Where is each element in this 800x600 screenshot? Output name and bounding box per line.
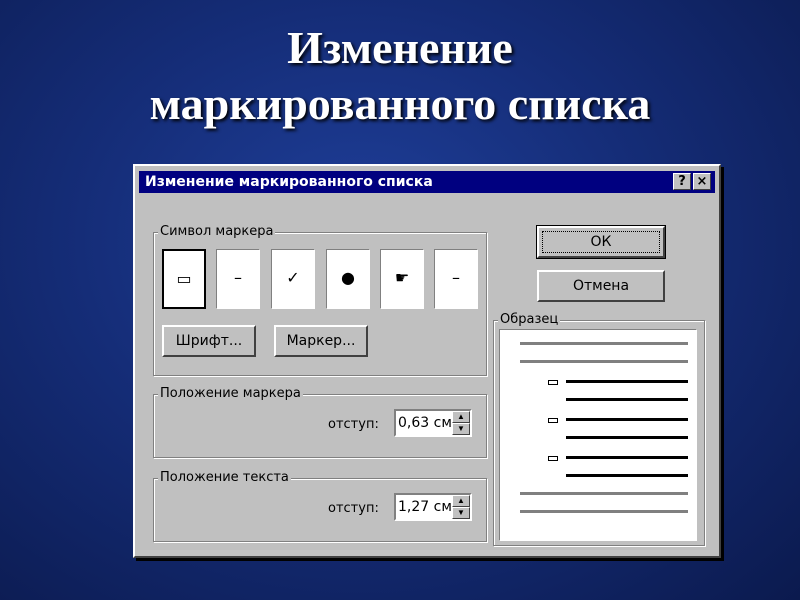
text-indent-label: отступ: xyxy=(328,501,379,516)
close-button[interactable]: × xyxy=(693,173,711,190)
ok-focus-ring xyxy=(542,231,660,253)
bullet-symbol-group-label: Символ маркера xyxy=(158,224,276,240)
bullet-option-4[interactable]: ● xyxy=(326,249,370,309)
marker-indent-down-button[interactable]: ▼ xyxy=(452,423,470,435)
preview-bullet-icon xyxy=(548,456,558,461)
dialog-title: Изменение маркированного списка xyxy=(145,174,433,190)
slide-title: Изменение маркированного списка xyxy=(0,20,800,132)
bullet-option-6[interactable]: – xyxy=(434,249,478,309)
font-button[interactable]: Шрифт... xyxy=(162,325,256,357)
bullet-option-3[interactable]: ✓ xyxy=(271,249,315,309)
marker-indent-spinner[interactable]: 0,63 см ▲ ▼ xyxy=(394,409,472,437)
marker-button[interactable]: Маркер... xyxy=(274,325,368,357)
bullet-option-5-glyph: ☛ xyxy=(394,268,410,287)
preview-bullet-icon xyxy=(548,418,558,423)
help-button[interactable]: ? xyxy=(673,173,691,190)
cancel-button[interactable]: Отмена xyxy=(537,270,665,302)
bullet-option-2-glyph: – xyxy=(234,268,242,287)
bullet-option-1-glyph: ▭ xyxy=(176,269,192,288)
marker-indent-up-button[interactable]: ▲ xyxy=(452,411,470,423)
bullet-symbol-group: Символ маркера ▭ – ✓ ● ☛ – Шрифт... Марк… xyxy=(153,224,487,376)
preview-line xyxy=(520,360,688,363)
marker-position-group: Положение маркера отступ: 0,63 см ▲ ▼ xyxy=(153,386,487,458)
preview-line xyxy=(566,418,688,421)
dialog-titlebar: Изменение маркированного списка ? × xyxy=(139,171,715,193)
preview-line xyxy=(566,436,688,439)
preview-label: Образец xyxy=(498,312,561,328)
bullet-option-2[interactable]: – xyxy=(216,249,260,309)
text-position-group: Положение текста отступ: 1,27 см ▲ ▼ xyxy=(153,470,487,542)
bullet-option-1[interactable]: ▭ xyxy=(162,249,206,309)
preview-line xyxy=(566,456,688,459)
text-position-label: Положение текста xyxy=(158,470,291,486)
bullet-option-6-glyph: – xyxy=(452,268,460,287)
preview-line xyxy=(520,492,688,495)
marker-indent-label: отступ: xyxy=(328,417,379,432)
bullet-option-5[interactable]: ☛ xyxy=(380,249,424,309)
preview-line xyxy=(566,380,688,383)
text-indent-value[interactable]: 1,27 см xyxy=(398,499,452,515)
preview-line xyxy=(520,510,688,513)
bullet-dialog: Изменение маркированного списка ? × Симв… xyxy=(133,164,721,558)
text-indent-spinner[interactable]: 1,27 см ▲ ▼ xyxy=(394,493,472,521)
marker-position-label: Положение маркера xyxy=(158,386,303,402)
preview-bullet-icon xyxy=(548,380,558,385)
preview-line xyxy=(566,474,688,477)
slide-title-line1: Изменение xyxy=(287,22,513,73)
preview-line xyxy=(566,398,688,401)
ok-button[interactable]: ОК xyxy=(536,225,666,259)
preview-area xyxy=(499,329,697,541)
text-indent-up-button[interactable]: ▲ xyxy=(452,495,470,507)
bullet-option-4-glyph: ● xyxy=(341,268,355,287)
preview-line xyxy=(520,342,688,345)
slide-title-line2: маркированного списка xyxy=(149,78,651,129)
text-indent-down-button[interactable]: ▼ xyxy=(452,507,470,519)
bullet-option-3-glyph: ✓ xyxy=(286,268,300,287)
marker-indent-value[interactable]: 0,63 см xyxy=(398,415,452,431)
